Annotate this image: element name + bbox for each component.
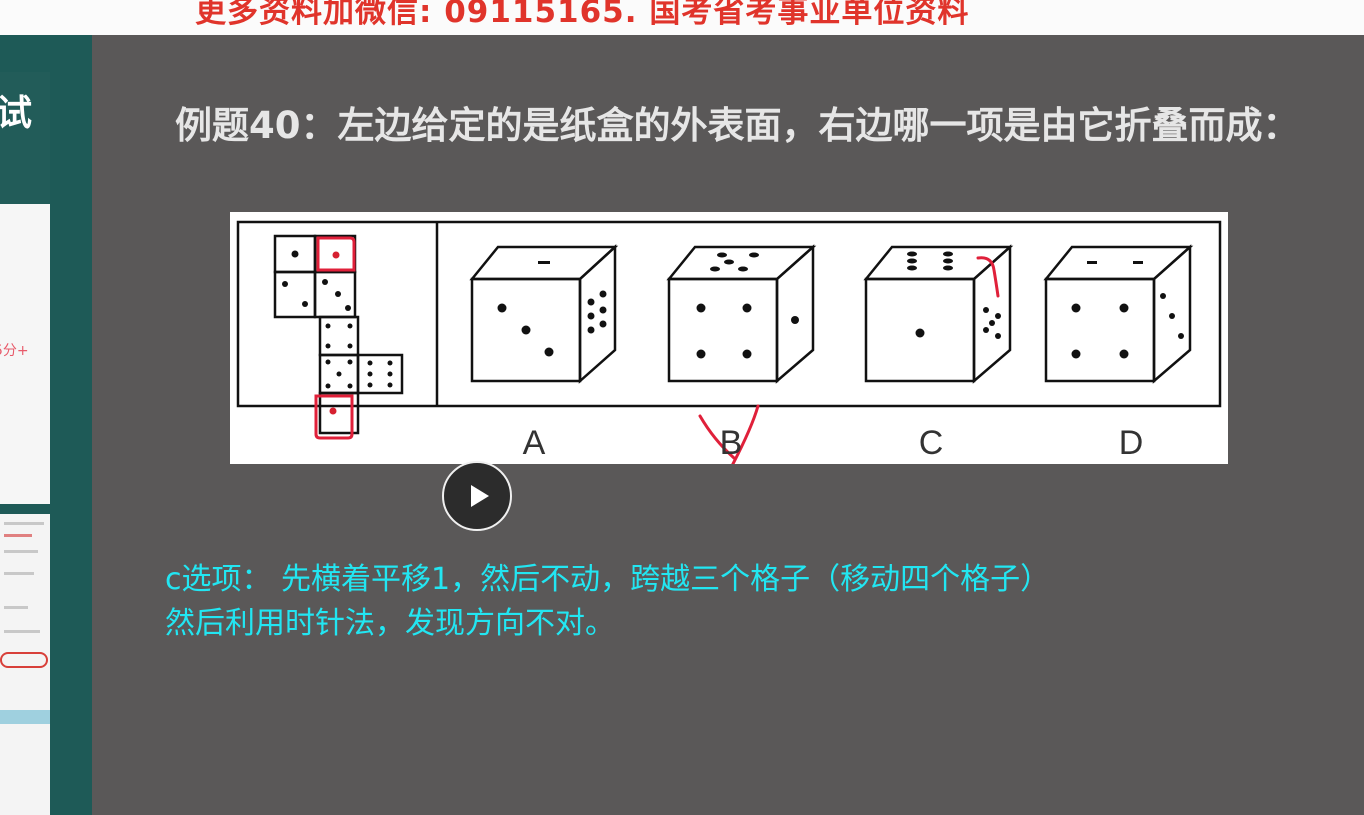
slide-thumbnail-2[interactable] <box>0 514 50 815</box>
thumbnail-line <box>4 550 38 553</box>
red-box-net-bottom <box>314 394 354 440</box>
cube-d-top <box>1043 245 1194 281</box>
top-banner: 更多资料加微信: 09115165. 国考省考事业单位资料 <box>0 0 1364 35</box>
figure-frame <box>236 220 1222 408</box>
annotation-text: c选项： 先横着平移1，然后不动，跨越三个格子（移动四个格子） 然后利用时针法，… <box>165 558 1050 646</box>
thumbnail-title: 试 <box>0 93 33 134</box>
cube-a-side <box>578 244 617 384</box>
thumbnail-line <box>4 522 44 525</box>
thumbnail-line <box>4 606 28 609</box>
thumbnail-header: 试 <box>0 72 50 204</box>
annotation-line-1: c选项： 先横着平移1，然后不动，跨越三个格子（移动四个格子） <box>165 562 1051 597</box>
option-label-a: A <box>523 424 546 462</box>
thumbnail-line <box>4 630 40 633</box>
thumbnail-badge <box>0 652 48 668</box>
thumbnail-line <box>4 572 34 575</box>
red-mark-c <box>976 256 1000 298</box>
cube-b-side <box>775 244 815 384</box>
option-label-b: B <box>720 424 743 462</box>
option-label-d: D <box>1119 424 1144 462</box>
cube-d-front <box>1044 277 1156 383</box>
thumbnail-text: 5分+ <box>0 343 29 359</box>
play-button[interactable] <box>442 461 512 531</box>
cube-b-top <box>666 245 817 281</box>
cube-b-front <box>667 277 779 383</box>
thumbnail-band <box>0 710 50 724</box>
cube-figure: A B C D <box>230 212 1228 464</box>
thumbnail-line <box>4 534 32 537</box>
net-square <box>318 315 360 357</box>
banner-text: 更多资料加微信: 09115165. 国考省考事业单位资料 <box>195 0 970 30</box>
net-square <box>356 353 404 395</box>
cube-c-top <box>863 245 1014 281</box>
cube-figure-svg: A B C D <box>236 220 1222 464</box>
slide-thumbnail-1[interactable]: 试 5分+ <box>0 72 50 504</box>
annotation-line-2: 然后利用时针法，发现方向不对。 <box>165 606 615 641</box>
option-label-c: C <box>919 424 944 462</box>
question-text: 例题40：左边给定的是纸盒的外表面，右边哪一项是由它折叠而成： <box>175 104 1300 147</box>
play-icon <box>471 485 489 507</box>
net-square <box>273 270 317 319</box>
